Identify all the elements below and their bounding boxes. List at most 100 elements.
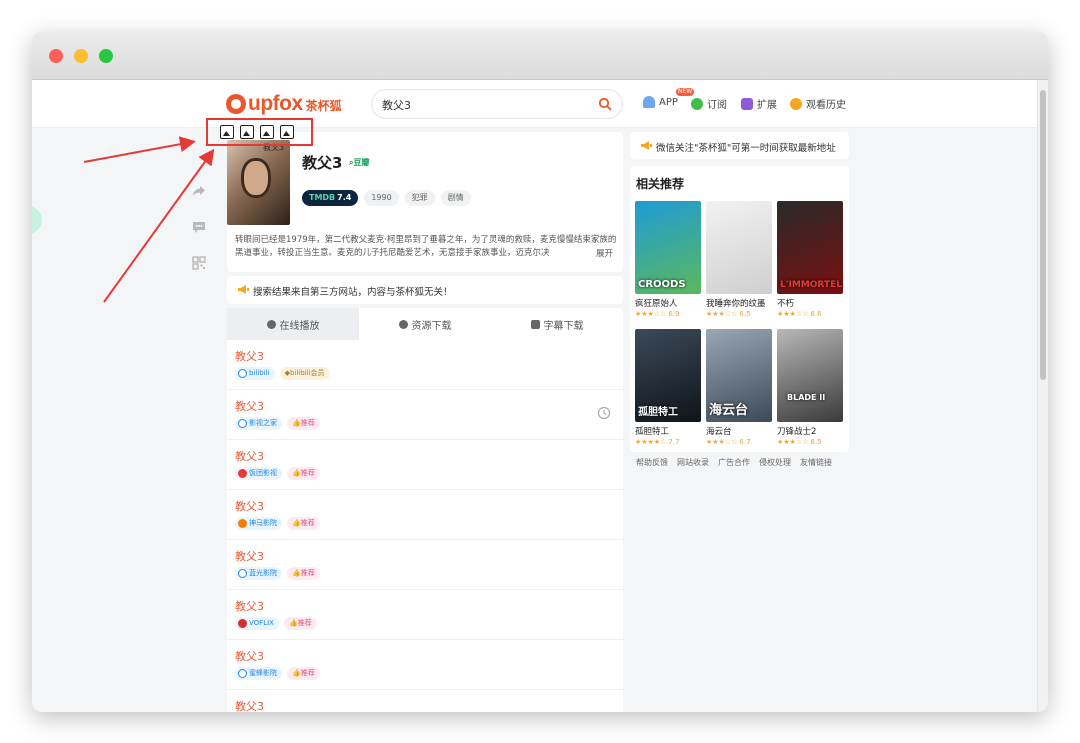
recommendation-item[interactable]: 孤胆特工 孤胆特工 ★★★★☆ 7.7	[635, 329, 701, 446]
tab-resource-download[interactable]: 资源下载	[359, 308, 491, 340]
recommendation-title[interactable]: 我睡奔你的纹墨	[706, 297, 772, 309]
close-window-button[interactable]	[49, 49, 63, 63]
wechat-notice-text: 微信关注"茶杯狐"可第一时间获取最新地址	[656, 143, 836, 154]
minimize-window-button[interactable]	[74, 49, 88, 63]
recommendation-rating: ★★★★☆ 7.7	[635, 438, 701, 446]
recommendation-poster[interactable]: L'IMMORTEL	[777, 201, 843, 294]
vertical-scrollbar[interactable]	[1037, 80, 1048, 712]
source-badge: 影视之家	[235, 417, 282, 430]
vip-badge-label: bilibili会员	[289, 369, 325, 377]
recommendation-item[interactable]: CROODS 疯狂原始人 ★★★☆☆ 6.9	[635, 201, 701, 318]
image-search-icon[interactable]	[240, 125, 254, 139]
result-title[interactable]: 教父3	[235, 598, 264, 614]
recommendation-poster[interactable]: BLADE II	[777, 329, 843, 422]
result-item[interactable]: 教父3 神马影院 👍推荐	[227, 490, 623, 540]
recommendation-item[interactable]: L'IMMORTEL 不朽 ★★★☆☆ 6.6	[777, 201, 843, 318]
movie-tags: TMDB 7.4 1990 犯罪 剧情	[302, 190, 477, 206]
third-party-notice: 搜索结果来自第三方网站，内容与茶杯狐无关！	[227, 276, 623, 304]
image-search-icon[interactable]	[220, 125, 234, 139]
result-item[interactable]: 教父3 bilibili ◆bilibili会员	[227, 340, 623, 390]
tab-online-play[interactable]: 在线播放	[227, 308, 359, 340]
thumbs-up-icon: 👍	[292, 519, 301, 527]
recommendation-rating: ★★★☆☆ 6.5	[777, 438, 843, 446]
result-item[interactable]: 教父3 蓝光影院 👍推荐	[227, 540, 623, 590]
result-item[interactable]: 教父3 影视之家 👍推荐	[227, 390, 623, 440]
maximize-window-button[interactable]	[99, 49, 113, 63]
nav-extension[interactable]: 扩展	[741, 96, 777, 111]
recommend-badge: 👍推荐	[287, 567, 320, 580]
result-meta: bilibili ◆bilibili会员	[235, 367, 330, 380]
tab-subtitle-download[interactable]: 字幕下载	[491, 308, 623, 340]
recommendation-title[interactable]: 孤胆特工	[635, 425, 701, 437]
source-badge: bilibili	[235, 367, 275, 380]
play-icon	[266, 319, 276, 329]
source-name: 神马影院	[249, 519, 277, 527]
footer-link-friends[interactable]: 友情链接	[800, 457, 832, 468]
result-title[interactable]: 教父3	[235, 698, 264, 712]
recommendation-poster[interactable]: 孤胆特工	[635, 329, 701, 422]
search-icon[interactable]	[598, 97, 612, 111]
result-item[interactable]: 教父3 VOFLIX 👍推荐	[227, 590, 623, 640]
android-icon	[643, 96, 655, 108]
recommendation-title[interactable]: 疯狂原始人	[635, 297, 701, 309]
movie-poster[interactable]: 教父3	[227, 140, 290, 225]
result-item[interactable]: 教父3 饭团影视 👍推荐	[227, 440, 623, 490]
nav-subscribe[interactable]: 订阅	[691, 96, 727, 111]
nav-history[interactable]: 观看历史	[790, 96, 846, 111]
recommendation-rating: ★★★☆☆ 6.5	[706, 310, 772, 318]
result-item[interactable]: 教父3	[227, 690, 623, 712]
clock-icon	[790, 97, 802, 110]
share-icon[interactable]	[192, 184, 206, 198]
poster-caption: L'IMMORTEL	[780, 280, 842, 290]
nav-app[interactable]: APP	[643, 96, 678, 108]
result-meta: VOFLIX 👍推荐	[235, 617, 317, 630]
history-icon[interactable]	[597, 406, 611, 420]
source-logo-icon	[238, 619, 247, 628]
recommend-badge: 👍推荐	[287, 417, 320, 430]
recommendation-poster[interactable]: 海云台	[706, 329, 772, 422]
site-logo[interactable]: upfox 茶杯狐	[226, 90, 342, 118]
douban-link[interactable]: ⌕豆瓣	[349, 157, 369, 168]
window-titlebar	[32, 32, 1048, 80]
source-badge: 蓝光影院	[235, 567, 282, 580]
recommendation-title[interactable]: 不朽	[777, 297, 843, 309]
recommendation-poster[interactable]: CROODS	[635, 201, 701, 294]
result-title[interactable]: 教父3	[235, 548, 264, 564]
expand-synopsis-button[interactable]: 展开	[589, 247, 613, 259]
footer-link-submit-site[interactable]: 网站收录	[677, 457, 709, 468]
footer-link-copyright[interactable]: 侵权处理	[759, 457, 791, 468]
source-logo-icon	[238, 669, 247, 678]
result-meta: 饭团影视 👍推荐	[235, 467, 320, 480]
extension-toolbar-icons	[220, 125, 300, 139]
qrcode-icon[interactable]	[192, 256, 206, 270]
recommend-badge: 👍推荐	[287, 517, 320, 530]
result-title[interactable]: 教父3	[235, 498, 264, 514]
image-search-icon[interactable]	[260, 125, 274, 139]
footer-link-ads[interactable]: 广告合作	[718, 457, 750, 468]
result-title[interactable]: 教父3	[235, 648, 264, 664]
related-recommendations: 相关推荐 CROODS 疯狂原始人 ★★★☆☆ 6.9 我睡奔你的纹墨 ★★★☆☆…	[630, 166, 849, 452]
recommendation-poster[interactable]	[706, 201, 772, 294]
recommendation-title[interactable]: 刀锋战士2	[777, 425, 843, 437]
footer-link-feedback[interactable]: 帮助反馈	[636, 457, 668, 468]
download-icon	[398, 319, 408, 329]
comment-icon[interactable]	[192, 220, 206, 234]
result-item[interactable]: 教父3 蜜蜂影院 👍推荐	[227, 640, 623, 690]
search-input[interactable]	[382, 96, 592, 114]
side-drawer-tab[interactable]	[32, 206, 42, 234]
recommendation-item[interactable]: BLADE II 刀锋战士2 ★★★☆☆ 6.5	[777, 329, 843, 446]
rating-score: 6.6	[810, 310, 822, 318]
recommendation-item[interactable]: 我睡奔你的纹墨 ★★★☆☆ 6.5	[706, 201, 772, 318]
scrollbar-thumb[interactable]	[1040, 90, 1046, 380]
image-search-icon[interactable]	[280, 125, 294, 139]
recommendation-item[interactable]: 海云台 海云台 ★★★☆☆ 6.7	[706, 329, 772, 446]
rating-score: 6.9	[668, 310, 680, 318]
source-name: 蜜蜂影院	[249, 669, 277, 677]
result-title[interactable]: 教父3	[235, 348, 264, 364]
source-badge: 饭团影视	[235, 467, 282, 480]
result-title[interactable]: 教父3	[235, 398, 264, 414]
result-title[interactable]: 教父3	[235, 448, 264, 464]
recommendation-title[interactable]: 海云台	[706, 425, 772, 437]
side-tools	[192, 184, 208, 292]
source-name: 影视之家	[249, 419, 277, 427]
